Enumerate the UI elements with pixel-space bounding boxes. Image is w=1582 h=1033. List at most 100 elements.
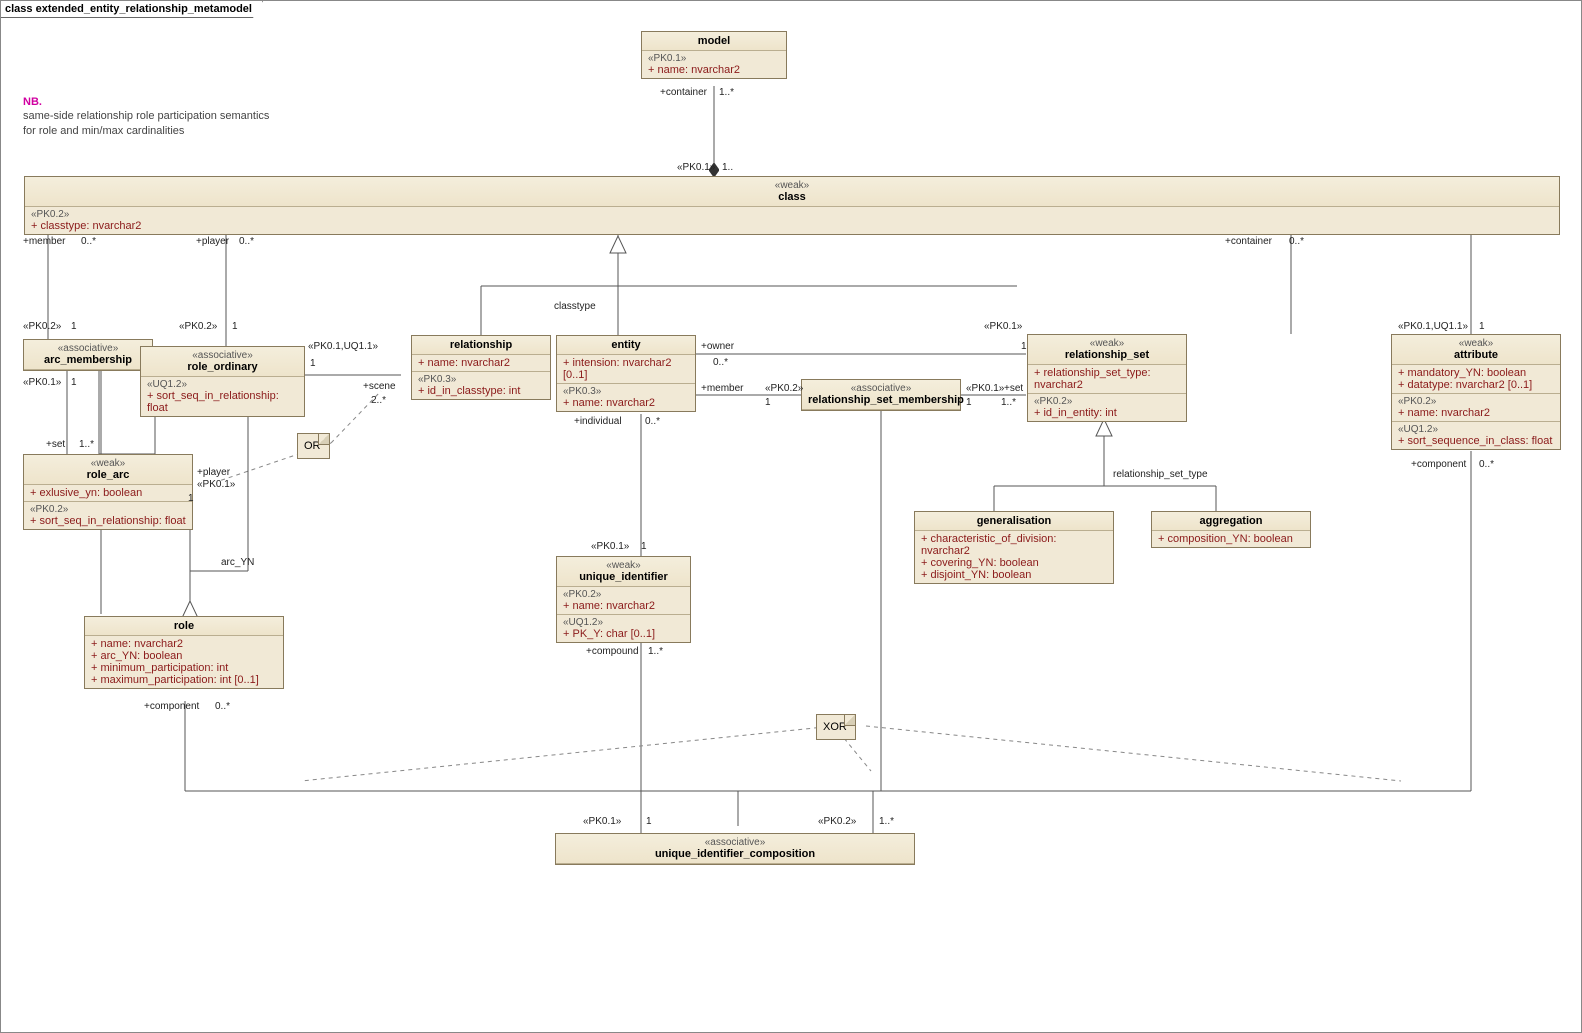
mult-label: 1: [641, 541, 647, 552]
mult-label: 0..*: [1289, 236, 1304, 247]
class-attr: + name: nvarchar2: [648, 64, 780, 76]
tag-label: «PK0.1,UQ1.1»: [308, 341, 378, 352]
class-attr: + exlusive_yn: boolean: [30, 487, 186, 499]
tag: «UQ1.2»: [1398, 424, 1554, 435]
tag-label: «PK0.1»: [583, 816, 621, 827]
mult-label: 1..: [722, 162, 733, 173]
class-attr: + intension: nvarchar2 [0..1]: [563, 357, 689, 381]
class-name: entity: [563, 339, 689, 351]
mult-label: 1..*: [79, 439, 94, 450]
assoc-label: +scene: [363, 381, 396, 392]
assoc-label: +set: [1004, 383, 1023, 394]
class-attr: + name: nvarchar2: [418, 357, 544, 369]
mult-label: 1: [1021, 341, 1027, 352]
mult-label: 1: [310, 358, 316, 369]
stereotype: «associative»: [562, 837, 908, 848]
class-attr: + characteristic_of_division: nvarchar2: [921, 533, 1107, 557]
note-line: same-side relationship role participatio…: [23, 110, 269, 122]
mult-label: 1..*: [1001, 397, 1016, 408]
assoc-label: +owner: [701, 341, 734, 352]
note-line: for role and min/max cardinalities: [23, 125, 184, 137]
class-name: aggregation: [1158, 515, 1304, 527]
note-or: OR: [297, 433, 330, 459]
class-attr: + sort_seq_in_relationship: float: [30, 515, 186, 527]
class-name: class: [31, 191, 1553, 203]
mult-label: 1: [71, 377, 77, 388]
class-attr: + relationship_set_type: nvarchar2: [1034, 367, 1180, 391]
note-text: OR: [304, 440, 321, 452]
disc-label: arc_YN: [221, 557, 254, 568]
stereotype: «associative»: [808, 383, 954, 394]
stereotype: «associative»: [30, 343, 146, 354]
tag-label: «PK0.1»: [591, 541, 629, 552]
note-heading: NB.: [23, 96, 42, 108]
class-name: attribute: [1398, 349, 1554, 361]
class-relationship-set-membership: «associative» relationship_set_membershi…: [801, 379, 961, 411]
disc-label: classtype: [554, 301, 596, 312]
tag: «PK0.2»: [563, 589, 684, 600]
assoc-label: +player: [197, 467, 230, 478]
mult-label: 0..*: [1479, 459, 1494, 470]
mult-label: 0..*: [81, 236, 96, 247]
class-name: generalisation: [921, 515, 1107, 527]
mult-label: 1: [71, 321, 77, 332]
mult-label: 1: [765, 397, 771, 408]
diagram-canvas: class extended_entity_relationship_metam…: [0, 0, 1582, 1033]
tag-label: «PK0.2»: [179, 321, 217, 332]
class-attr: + sort_sequence_in_class: float: [1398, 435, 1554, 447]
tag-label: «PK0.2»: [23, 321, 61, 332]
class-name: arc_membership: [30, 354, 146, 366]
disc-label: relationship_set_type: [1113, 469, 1208, 480]
class-unique-identifier: «weak» unique_identifier «PK0.2» + name:…: [556, 556, 691, 643]
class-relationship: relationship + name: nvarchar2 «PK0.3» +…: [411, 335, 551, 400]
tag: «PK0.3»: [418, 374, 544, 385]
assoc-label: +player: [196, 236, 229, 247]
class-attribute: «weak» attribute + mandatory_YN: boolean…: [1391, 334, 1561, 450]
class-attr: + datatype: nvarchar2 [0..1]: [1398, 379, 1554, 391]
mult-label: 0..*: [713, 357, 728, 368]
diagram-note: NB. same-side relationship role particip…: [23, 95, 269, 138]
class-attr: + classtype: nvarchar2: [31, 220, 1553, 232]
mult-label: 1: [188, 493, 194, 504]
mult-label: 1..*: [648, 646, 663, 657]
mult-label: 0..*: [215, 701, 230, 712]
tag: «UQ1.2»: [563, 617, 684, 628]
class-attr: + PK_Y: char [0..1]: [563, 628, 684, 640]
mult-label: 0..*: [645, 416, 660, 427]
class-attr: + name: nvarchar2: [1398, 407, 1554, 419]
class-attr: + name: nvarchar2: [91, 638, 277, 650]
assoc-label: +component: [144, 701, 199, 712]
class-arc-membership: «associative» arc_membership: [23, 339, 153, 371]
class-entity: entity + intension: nvarchar2 [0..1] «PK…: [556, 335, 696, 412]
mult-label: 1: [966, 397, 972, 408]
tag-label: «PK0.1»: [23, 377, 61, 388]
note-text: XOR: [823, 721, 847, 733]
class-name: relationship: [418, 339, 544, 351]
class-role-ordinary: «associative» role_ordinary «UQ1.2» + so…: [140, 346, 305, 417]
class-name: unique_identifier: [563, 571, 684, 583]
class-attr: + id_in_classtype: int: [418, 385, 544, 397]
stereotype: «weak»: [1398, 338, 1554, 349]
class-aggregation: aggregation + composition_YN: boolean: [1151, 511, 1311, 548]
tag-label: «PK0.1»: [197, 479, 235, 490]
tag-label: «PK0.1,UQ1.1»: [1398, 321, 1468, 332]
class-name: model: [648, 35, 780, 47]
class-name: role_arc: [30, 469, 186, 481]
mult-label: 1: [232, 321, 238, 332]
stereotype: «weak»: [563, 560, 684, 571]
assoc-label: +container: [660, 87, 707, 98]
assoc-label: +container: [1225, 236, 1272, 247]
diagram-title: class extended_entity_relationship_metam…: [1, 1, 263, 18]
tag: «PK0.1»: [648, 53, 780, 64]
tag-label: «PK0.1»: [984, 321, 1022, 332]
note-xor: XOR: [816, 714, 856, 740]
class-role-arc: «weak» role_arc + exlusive_yn: boolean «…: [23, 454, 193, 530]
class-attr: + mandatory_YN: boolean: [1398, 367, 1554, 379]
tag: «PK0.3»: [563, 386, 689, 397]
tag: «PK0.2»: [30, 504, 186, 515]
class-model: model «PK0.1» + name: nvarchar2: [641, 31, 787, 79]
class-attr: + sort_seq_in_relationship: float: [147, 390, 298, 414]
class-role: role + name: nvarchar2 + arc_YN: boolean…: [84, 616, 284, 689]
assoc-label: +individual: [574, 416, 622, 427]
class-name: relationship_set_membership: [808, 394, 954, 406]
